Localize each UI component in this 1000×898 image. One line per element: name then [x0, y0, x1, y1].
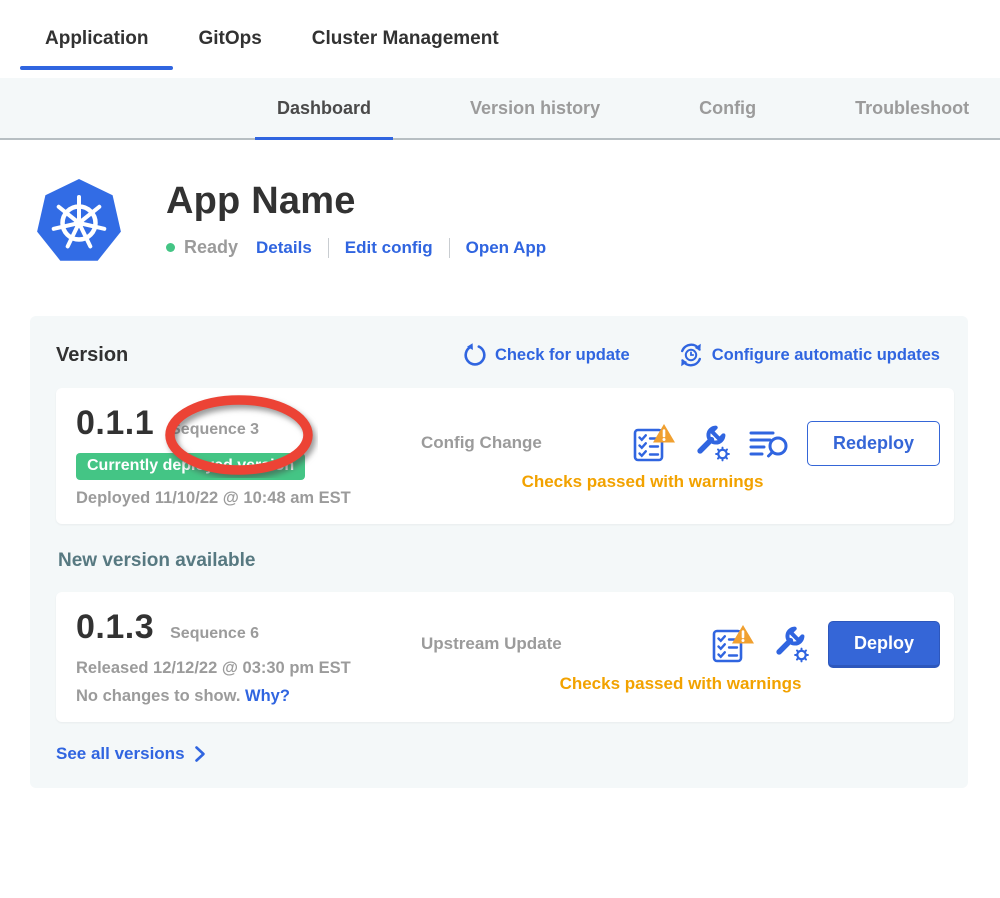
redeploy-button[interactable]: Redeploy: [807, 421, 940, 466]
refresh-icon: [463, 343, 487, 367]
current-source-label: Config Change: [421, 433, 542, 453]
app-header: App Name Ready Details Edit config Open …: [35, 178, 1000, 266]
preflight-checklist-icon[interactable]: [712, 625, 754, 663]
available-version-card: 0.1.3 Sequence 6 Released 12/12/22 @ 03:…: [56, 592, 954, 722]
status-badge: Ready: [184, 237, 238, 258]
auto-update-clock-icon: [678, 342, 704, 368]
kubernetes-logo-icon: [35, 178, 123, 266]
see-all-versions-link[interactable]: See all versions: [56, 744, 954, 764]
new-version-heading: New version available: [58, 550, 954, 572]
wrench-gear-icon[interactable]: [772, 625, 810, 663]
tab-label: Troubleshoot: [855, 98, 969, 119]
status-dot-icon: [166, 243, 175, 252]
nav-item-label: Cluster Management: [312, 28, 499, 50]
tab-dashboard[interactable]: Dashboard: [255, 78, 393, 138]
nav-item-gitops[interactable]: GitOps: [173, 0, 286, 78]
why-link[interactable]: Why?: [245, 687, 290, 705]
available-sequence-label: Sequence 6: [170, 625, 259, 643]
open-app-link[interactable]: Open App: [466, 238, 547, 258]
current-checks-status: Checks passed with warnings: [421, 472, 940, 492]
wrench-gear-icon[interactable]: [693, 424, 731, 462]
released-timestamp: Released 12/12/22 @ 03:30 pm EST: [76, 659, 421, 678]
edit-config-link[interactable]: Edit config: [345, 238, 433, 258]
available-checks-status: Checks passed with warnings: [421, 674, 940, 694]
deploy-button[interactable]: Deploy: [828, 621, 940, 668]
details-link[interactable]: Details: [256, 238, 312, 258]
available-version-number: 0.1.3: [76, 608, 154, 647]
tab-config[interactable]: Config: [677, 78, 778, 138]
current-sequence-label: Sequence 3: [170, 421, 259, 439]
app-status-row: Ready Details Edit config Open App: [166, 237, 546, 258]
app-tabs-nav: Dashboard Version history Config Trouble…: [0, 78, 1000, 140]
check-for-update-link[interactable]: Check for update: [463, 343, 630, 367]
tab-label: Dashboard: [277, 98, 371, 119]
divider: [328, 238, 329, 258]
current-version-number: 0.1.1: [76, 404, 154, 443]
divider: [449, 238, 450, 258]
active-tab-underline: [255, 137, 393, 140]
currently-deployed-badge: Currently deployed version: [76, 453, 305, 480]
active-nav-underline: [20, 66, 173, 70]
tab-version-history[interactable]: Version history: [448, 78, 622, 138]
configure-automatic-updates-link[interactable]: Configure automatic updates: [678, 342, 940, 368]
tab-label: Config: [699, 98, 756, 119]
version-heading: Version: [56, 344, 128, 367]
preflight-checklist-icon[interactable]: [633, 424, 675, 462]
nav-item-label: Application: [45, 28, 148, 50]
current-version-card: 0.1.1 Sequence 3 Currently deployed vers…: [56, 388, 954, 524]
tab-troubleshoot[interactable]: Troubleshoot: [833, 78, 991, 138]
nav-item-label: GitOps: [198, 28, 261, 50]
nav-item-application[interactable]: Application: [20, 0, 173, 78]
page-title: App Name: [166, 180, 546, 223]
no-changes-row: No changes to show. Why?: [76, 687, 421, 706]
available-source-label: Upstream Update: [421, 634, 562, 654]
file-diff-search-icon[interactable]: [749, 426, 789, 460]
tab-label: Version history: [470, 98, 600, 119]
version-section: Version Check for update: [30, 316, 968, 788]
deployed-timestamp: Deployed 11/10/22 @ 10:48 am EST: [76, 489, 421, 508]
chevron-right-icon: [194, 745, 206, 763]
nav-item-cluster-management[interactable]: Cluster Management: [287, 0, 524, 78]
primary-nav: Application GitOps Cluster Management: [0, 0, 1000, 78]
